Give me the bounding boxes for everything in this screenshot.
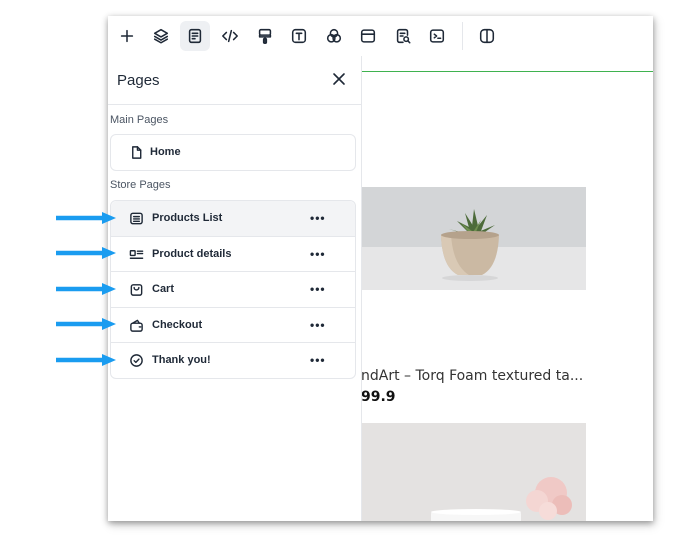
page-row-thank-you[interactable]: Thank you! •••: [111, 343, 355, 378]
page-row-cart[interactable]: Cart •••: [111, 272, 355, 307]
product-price: 99.9: [361, 389, 396, 405]
bag-icon: [129, 282, 144, 297]
annotation-arrow-icon: [56, 282, 118, 296]
toolbar: [108, 16, 653, 57]
code-icon[interactable]: [215, 21, 245, 51]
page-row-label: Products List: [152, 212, 223, 224]
panel-title: Pages: [117, 72, 160, 89]
pages-panel: Pages Main Pages Home Store Pages Produc…: [108, 56, 362, 521]
editor-window: ndArt – Torq Foam textured ta... 99.9 Pa…: [108, 16, 653, 521]
main-pages-label: Main Pages: [110, 114, 169, 126]
selection-guide-line: [361, 71, 653, 72]
store-pages-card: Products List ••• Product details ••• Ca…: [110, 200, 356, 379]
product-title[interactable]: ndArt – Torq Foam textured ta...: [361, 368, 583, 384]
more-options-icon[interactable]: •••: [310, 247, 326, 261]
text-icon[interactable]: [284, 21, 314, 51]
split-view-icon[interactable]: [472, 21, 502, 51]
page-canvas[interactable]: ndArt – Torq Foam textured ta... 99.9: [361, 56, 653, 521]
page-icon: [129, 145, 144, 160]
page-row-product-details[interactable]: Product details •••: [111, 237, 355, 272]
store-pages-label: Store Pages: [110, 179, 171, 191]
layers-icon[interactable]: [146, 21, 176, 51]
page-row-label: Product details: [152, 248, 232, 260]
page-row-label: Checkout: [152, 319, 203, 331]
page-row-checkout[interactable]: Checkout •••: [111, 308, 355, 343]
annotation-arrow-icon: [56, 317, 118, 331]
pages-icon[interactable]: [180, 21, 210, 51]
product-image-plant[interactable]: [361, 187, 586, 290]
check-circle-icon: [129, 353, 144, 368]
details-icon: [129, 247, 144, 262]
annotation-arrow-icon: [56, 353, 118, 367]
annotation-arrow-icon: [56, 246, 118, 260]
main-pages-card: Home: [110, 134, 356, 171]
more-options-icon[interactable]: •••: [310, 318, 326, 332]
close-icon[interactable]: [332, 72, 346, 86]
annotation-arrow-icon: [56, 211, 118, 225]
paint-brush-icon[interactable]: [250, 21, 280, 51]
page-search-icon[interactable]: [388, 21, 418, 51]
product-image-vase[interactable]: [361, 423, 586, 521]
more-options-icon[interactable]: •••: [310, 282, 326, 296]
page-row-label: Cart: [152, 283, 175, 295]
more-options-icon[interactable]: •••: [310, 211, 326, 225]
page-row-label: Thank you!: [152, 354, 211, 366]
terminal-icon[interactable]: [422, 21, 452, 51]
shapes-icon[interactable]: [319, 21, 349, 51]
more-options-icon[interactable]: •••: [310, 353, 326, 367]
layout-icon[interactable]: [353, 21, 383, 51]
toolbar-divider: [462, 22, 463, 50]
wallet-icon: [129, 318, 144, 333]
list-icon: [129, 211, 144, 226]
page-row-label: Home: [150, 146, 181, 158]
add-icon[interactable]: [112, 21, 142, 51]
panel-header: Pages: [108, 56, 361, 105]
page-row-home[interactable]: Home: [111, 135, 355, 170]
page-row-products-list[interactable]: Products List •••: [111, 201, 355, 236]
